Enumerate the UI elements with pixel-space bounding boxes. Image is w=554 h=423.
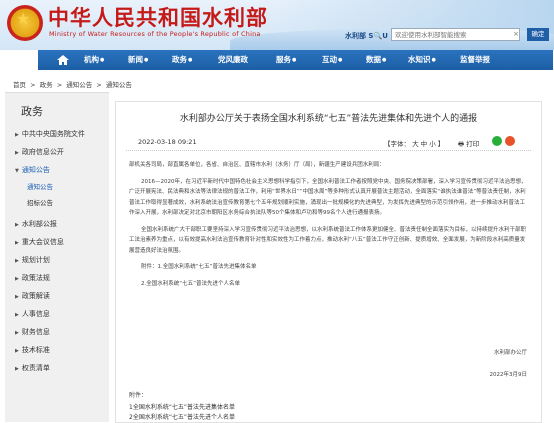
sidebar-item-powers-list[interactable]: ▶ 权责清单 [15, 363, 50, 373]
article-salutation: 部机关各司局，部直属各单位，各省、自治区、直辖市水利（水务）厅（局），新疆生产建… [129, 162, 385, 168]
sidebar-item-notices[interactable]: ▼ 通知公告 [15, 165, 50, 175]
breadcrumb-notice[interactable]: 通知公告 [66, 81, 92, 89]
article-paragraph: 全国水利系统广大干部职工要坚持深入学习宣传贯彻习近平法治思想，以水利系统普法工作… [129, 226, 527, 254]
caret-right-icon: ▶ [15, 312, 19, 318]
attachment-link[interactable]: 1全国水利系统“七五”普法先进集体名单 [129, 402, 235, 411]
sidebar-item-central-docs[interactable]: ▶ 中共中央国务院文件 [15, 129, 85, 139]
article-body: 部机关各司局，部直属各单位，各省、自治区、直辖市水利（水务）厅（局），新疆生产建… [129, 160, 529, 295]
caret-right-icon: ▶ [15, 132, 19, 138]
caret-right-icon: ▶ [15, 258, 19, 264]
nav-item-jigou[interactable]: 机构● [84, 50, 104, 70]
breadcrumb: 首页 > 政务 > 通知公告 > 通知公告 [13, 79, 134, 89]
nav-item-news[interactable]: 新闻● [128, 50, 148, 70]
main-nav: 机构● 新闻● 政务● 党风廉政 服务● 互动● 数据● 水知识● 监督举报 [38, 50, 553, 70]
search-button[interactable]: 确定 [527, 28, 549, 41]
sidebar-subitem-notices[interactable]: 通知公告 [27, 181, 53, 191]
breadcrumb-current[interactable]: 通知公告 [106, 81, 132, 89]
sidebar-item-personnel[interactable]: ▶ 人事信息 [15, 309, 50, 319]
nav-item-water-knowledge[interactable]: 水知识● [408, 50, 436, 70]
wechat-share-icon[interactable] [492, 136, 502, 146]
sidebar-item-planning[interactable]: ▶ 规划计划 [15, 255, 50, 265]
site-title[interactable]: 中华人民共和国水利部 [48, 2, 268, 32]
sidebar-item-standards[interactable]: ▶ 技术标准 [15, 345, 50, 355]
caret-right-icon: ▶ [15, 366, 19, 372]
article-title: 水利部办公厅关于表扬全国水利系统“七五”普法先进集体和先进个人的通报 [179, 114, 478, 124]
article-panel: 水利部办公厅关于表扬全国水利系统“七五”普法先进集体和先进个人的通报 2022-… [115, 101, 542, 423]
caret-right-icon: ▶ [15, 276, 19, 282]
article-attachment-line: 2.全国水利系统“七五”普法先进个人名单 [141, 280, 240, 287]
caret-right-icon: ▶ [15, 330, 19, 336]
caret-right-icon: ▶ [15, 150, 19, 156]
search-label: 水利部 S🔍U [345, 32, 388, 40]
article-paragraph: 2016—2020年，在习近平新时代中国特色社会主义思想科学指引下，全国水利普法… [129, 178, 527, 217]
caret-right-icon: ▶ [15, 348, 19, 354]
weibo-share-icon[interactable] [505, 136, 515, 146]
breadcrumb-separator: > [96, 81, 102, 89]
sidebar-title: 政务 [21, 105, 43, 118]
font-size-control[interactable]: 【字体： 大 中 小 】 [384, 138, 444, 148]
breadcrumb-separator: > [30, 81, 36, 89]
caret-right-icon: ▶ [15, 222, 19, 228]
nav-item-report[interactable]: 监督举报 [460, 50, 490, 70]
nav-item-party[interactable]: 党风廉政 [218, 50, 248, 70]
sidebar-item-bulletin[interactable]: ▶ 水利部公报 [15, 219, 57, 229]
breadcrumb-home[interactable]: 首页 [13, 81, 26, 89]
sidebar-subitem-tenders[interactable]: 招标公告 [27, 197, 53, 207]
breadcrumb-separator: > [56, 81, 63, 89]
nav-item-government[interactable]: 政务● [172, 50, 192, 70]
article-attachment-line: 附件：1.全国水利系统“七五”普法先进集体名单 [141, 264, 257, 270]
signature-org: 水利部办公厅 [493, 350, 527, 356]
search-input[interactable] [391, 28, 520, 41]
national-emblem-icon: ★ [7, 5, 43, 41]
sidebar-item-policy-interpretation[interactable]: ▶ 政策解读 [15, 291, 50, 301]
caret-down-icon: ▼ [15, 168, 19, 174]
site-subtitle: Ministry of Water Resources of the Peopl… [49, 30, 261, 38]
divider [126, 150, 531, 151]
nav-item-service[interactable]: 服务● [276, 50, 296, 70]
sidebar-item-meetings[interactable]: ▶ 重大会议信息 [15, 237, 64, 247]
breadcrumb-government[interactable]: 政务 [40, 81, 53, 89]
attachment-link[interactable]: 2全国水利系统“七五”普法先进个人名单 [129, 412, 235, 421]
attachments-heading: 附件： [129, 392, 148, 399]
clear-icon[interactable]: × [513, 30, 519, 38]
sidebar-item-info-disclosure[interactable]: ▶ 政府信息公开 [15, 147, 64, 157]
caret-right-icon: ▶ [15, 294, 19, 300]
article-date: 2022-03-18 09:21 [138, 138, 197, 146]
sidebar-item-finance[interactable]: ▶ 财务信息 [15, 327, 50, 337]
signature-date: 2022年3月9日 [489, 372, 528, 378]
sidebar: 政务 ▶ 中共中央国务院文件 ▶ 政府信息公开 ▼ 通知公告 通知公告 招标公告 ▶ 水… [5, 92, 109, 422]
caret-right-icon: ▶ [15, 240, 19, 246]
sidebar-item-regulations[interactable]: ▶ 政策法规 [15, 273, 50, 283]
nav-item-data[interactable]: 数据● [366, 50, 386, 70]
nav-item-interaction[interactable]: 互动● [322, 50, 342, 70]
home-icon[interactable] [57, 55, 69, 65]
print-icon: 🖶 [458, 140, 465, 148]
